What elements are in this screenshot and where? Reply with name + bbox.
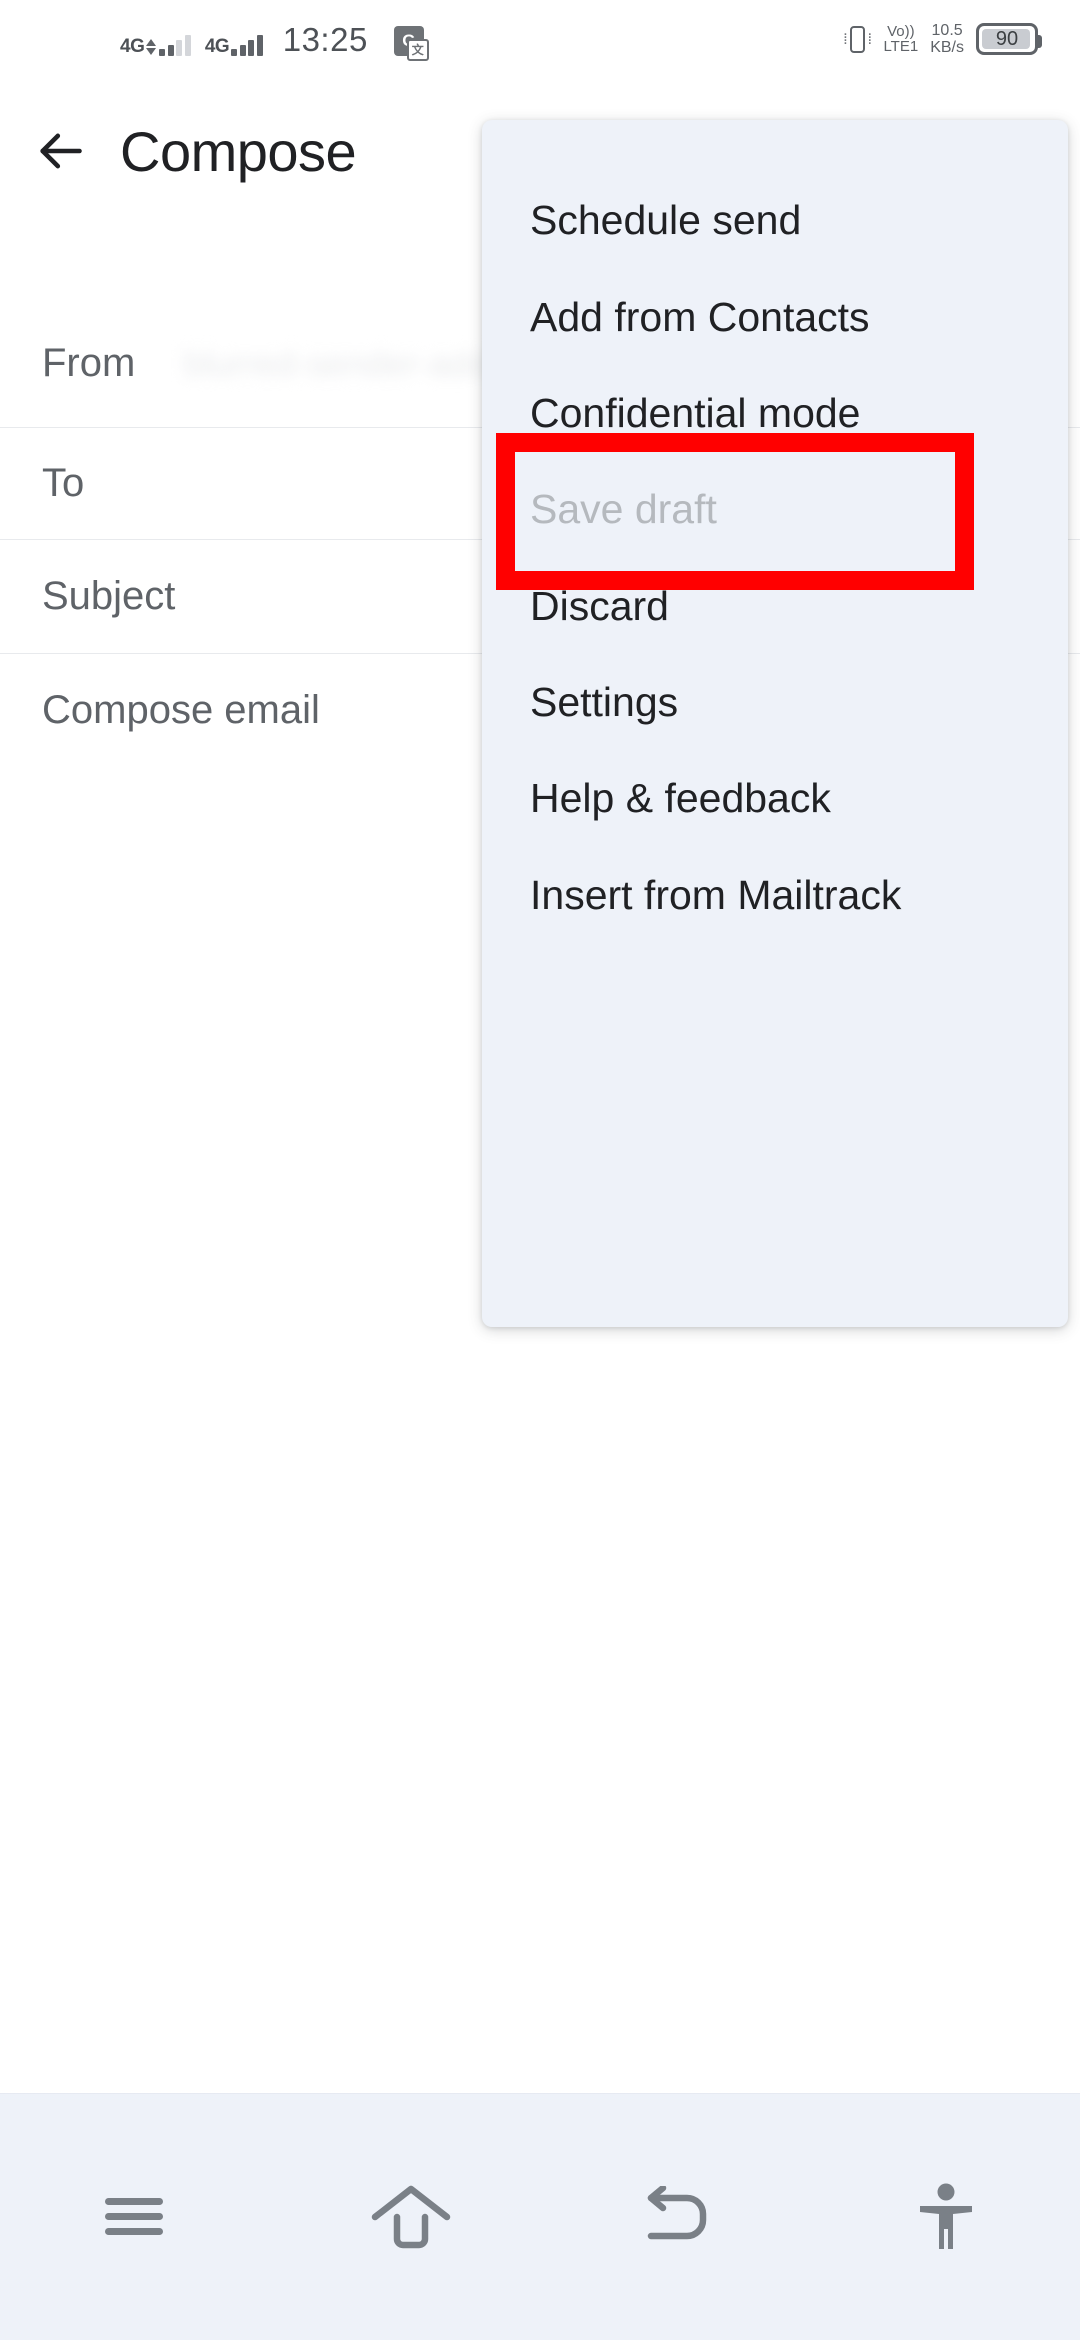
compose-body-field-label: Compose email (42, 687, 320, 732)
menu-item-add-from-contacts[interactable]: Add from Contacts (482, 269, 1068, 365)
translate-icon: G (393, 25, 429, 61)
from-field-label: From (42, 341, 136, 385)
network-speed-value: 10.5 (931, 22, 963, 39)
menu-item-label: Schedule send (530, 196, 802, 243)
menu-item-label: Confidential mode (530, 389, 861, 436)
overflow-menu: Schedule send Add from Contacts Confiden… (482, 120, 1068, 1327)
status-bar-right: ⦙ ⦙ Vo)) LTE1 10.5 KB/s 90 (844, 22, 1042, 56)
volte-line-2: LTE1 (883, 38, 919, 55)
volte-indicator: Vo)) LTE1 (883, 24, 918, 54)
data-transfer-arrows-icon (146, 38, 157, 56)
menu-item-insert-from-mailtrack[interactable]: Insert from Mailtrack (482, 847, 1068, 943)
sim1-network-label: 4G (120, 35, 145, 57)
recents-icon[interactable] (0, 2193, 278, 2241)
menu-item-settings[interactable]: Settings (482, 654, 1068, 750)
menu-item-label: Settings (530, 678, 679, 725)
sim1-signal-indicator: 4G (120, 34, 191, 56)
menu-item-label: Insert from Mailtrack (530, 871, 902, 918)
network-speed-indicator: 10.5 KB/s (930, 22, 964, 56)
status-bar-left: 4G 4G 13:25 G (120, 20, 429, 61)
back-icon[interactable] (545, 2186, 813, 2248)
sim2-signal-bars-icon (231, 34, 263, 56)
menu-item-confidential-mode[interactable]: Confidential mode (482, 365, 1068, 461)
home-icon[interactable] (278, 2184, 546, 2250)
menu-item-save-draft: Save draft (482, 461, 1068, 557)
page-title: Compose (120, 119, 357, 183)
menu-item-label: Add from Contacts (530, 293, 870, 340)
menu-item-label: Discard (530, 582, 669, 629)
menu-item-label: Help & feedback (530, 774, 831, 821)
subject-field-label: Subject (42, 574, 176, 618)
battery-level-label: 90 (995, 27, 1019, 50)
status-bar-clock: 13:25 (282, 20, 368, 58)
status-bar: 4G 4G 13:25 G ⦙⦙ Vo)) LTE1 10.5 KB/s (0, 0, 1080, 78)
menu-item-discard[interactable]: Discard (482, 558, 1068, 654)
to-field-label: To (42, 461, 85, 505)
vibrate-mode-icon: ⦙ ⦙ (844, 25, 871, 53)
sim1-signal-bars-icon (159, 34, 191, 56)
system-navigation-bar (0, 2093, 1080, 2340)
menu-item-schedule-send[interactable]: Schedule send (482, 172, 1068, 268)
arrow-left-icon[interactable] (0, 125, 120, 177)
menu-item-help-and-feedback[interactable]: Help & feedback (482, 750, 1068, 846)
sim2-signal-indicator: 4G (205, 34, 263, 56)
menu-item-label: Save draft (530, 485, 717, 532)
volte-line-1: Vo)) (887, 23, 915, 40)
accessibility-icon[interactable] (813, 2183, 1080, 2251)
sim2-network-label: 4G (204, 35, 230, 57)
battery-icon: 90 (976, 23, 1042, 55)
network-speed-unit: KB/s (930, 39, 964, 56)
